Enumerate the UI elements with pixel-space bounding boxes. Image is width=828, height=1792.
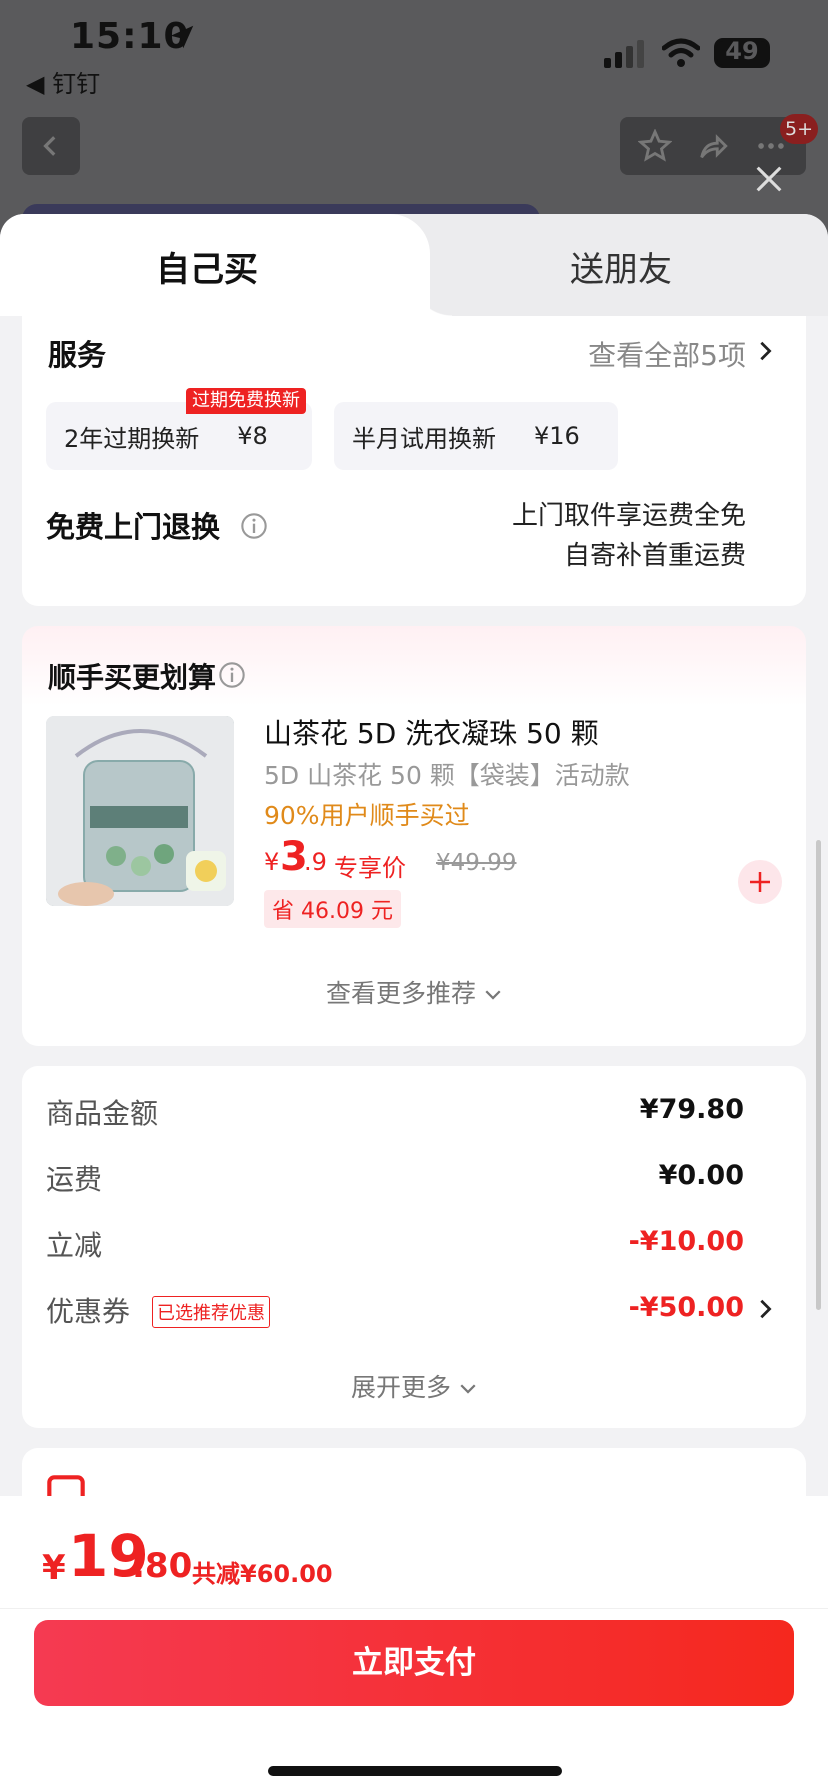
total-currency: ¥ (42, 1548, 66, 1588)
add-to-order-button[interactable] (738, 860, 782, 904)
summary-value-coupon[interactable]: -¥50.00 (629, 1292, 744, 1323)
wifi-icon (662, 38, 700, 67)
summary-label-shipping: 运费 (46, 1163, 103, 1196)
price-currency: ¥ (264, 848, 280, 876)
plus-icon (750, 872, 770, 892)
home-indicator[interactable] (268, 1766, 562, 1776)
summary-label-goods: 商品金额 (46, 1097, 159, 1130)
share-icon[interactable] (695, 129, 731, 163)
recommendation-card: 顺手买更划算 山茶花 5D 洗衣凝珠 50 颗 5D 山茶花 50 颗【袋装】活… (22, 626, 806, 1046)
status-bar: 15:10 ◀ 钉钉 49 (0, 0, 828, 105)
cellular-signal-icon (604, 40, 644, 68)
product-image[interactable] (46, 716, 234, 906)
price-summary-card: 商品金额 ¥79.80 运费 ¥0.00 立减 -¥10.00 优惠券 已选推荐… (22, 1066, 806, 1428)
free-return-title: 免费上门退换 (46, 510, 221, 544)
checkout-footer: ¥ 19 .80 共减¥60.00 立即支付 (0, 1496, 828, 1792)
free-return-note: 上门取件享运费全免 自寄补首重运费 (511, 501, 746, 571)
battery-level: 49 (725, 37, 759, 65)
original-price: ¥49.99 (436, 850, 517, 876)
service-option-price: ¥8 (237, 422, 268, 450)
tab-gift-friend[interactable]: 送朋友 (414, 242, 828, 291)
summary-label-discount: 立减 (46, 1229, 103, 1262)
view-more-recommendations[interactable]: 查看更多推荐 (22, 974, 806, 1010)
chevron-right-icon[interactable] (754, 1298, 776, 1320)
price-decimal: .9 (304, 848, 327, 876)
info-icon[interactable] (218, 661, 246, 689)
expand-more-link[interactable]: 展开更多 (22, 1368, 806, 1404)
service-option-name: 半月试用换新 (352, 424, 496, 453)
summary-value-discount: -¥10.00 (628, 1226, 744, 1257)
summary-label-coupon[interactable]: 优惠券 (46, 1290, 130, 1330)
location-arrow-icon (170, 25, 194, 49)
star-icon[interactable] (637, 129, 672, 163)
chevron-left-icon (43, 136, 56, 156)
product-buy-rate: 90%用户顺手买过 (264, 801, 470, 830)
product-spec: 5D 山茶花 50 颗【袋装】活动款 (264, 761, 630, 790)
coupon-status-tag: 已选推荐优惠 (152, 1296, 270, 1328)
summary-value-shipping: ¥0.00 (658, 1160, 744, 1191)
service-option-price: ¥16 (534, 422, 580, 450)
price-label: 专享价 (334, 854, 406, 882)
back-button[interactable] (22, 117, 80, 175)
service-option-name: 2年过期换新 (64, 424, 200, 453)
view-all-services-link[interactable]: 查看全部5项 (588, 334, 746, 374)
service-title: 服务 (48, 338, 107, 372)
chevron-down-icon (460, 1384, 476, 1394)
scrollbar[interactable] (816, 840, 821, 1310)
pay-now-button[interactable]: 立即支付 (34, 1620, 794, 1706)
total-savings: 共减¥60.00 (192, 1560, 333, 1588)
total-decimal: .80 (132, 1546, 193, 1586)
recommendation-title: 顺手买更划算 (48, 661, 217, 694)
battery-indicator: 49 (714, 37, 770, 68)
back-to-app-link[interactable]: ◀ 钉钉 (26, 64, 100, 99)
product-name[interactable]: 山茶花 5D 洗衣凝珠 50 颗 (264, 712, 599, 752)
service-option-tag: 过期免费换新 (186, 388, 306, 414)
notification-badge: 5+ (780, 114, 819, 144)
close-icon[interactable] (752, 162, 786, 196)
chevron-down-icon (485, 990, 501, 1000)
info-icon[interactable] (240, 512, 268, 540)
service-option-trial-renew[interactable]: 半月试用换新 ¥16 (334, 402, 618, 470)
savings-badge: 省 46.09 元 (264, 890, 401, 928)
tab-buy-self[interactable]: 自己买 (0, 242, 414, 291)
chevron-right-icon[interactable] (754, 340, 776, 362)
product-photo-icon (46, 716, 234, 906)
service-card: 服务 查看全部5项 2年过期换新 ¥8 过期免费换新 半月试用换新 ¥16 免费… (22, 316, 806, 606)
summary-value-goods: ¥79.80 (639, 1094, 744, 1125)
purchase-tabs: 自己买 送朋友 (0, 214, 828, 316)
